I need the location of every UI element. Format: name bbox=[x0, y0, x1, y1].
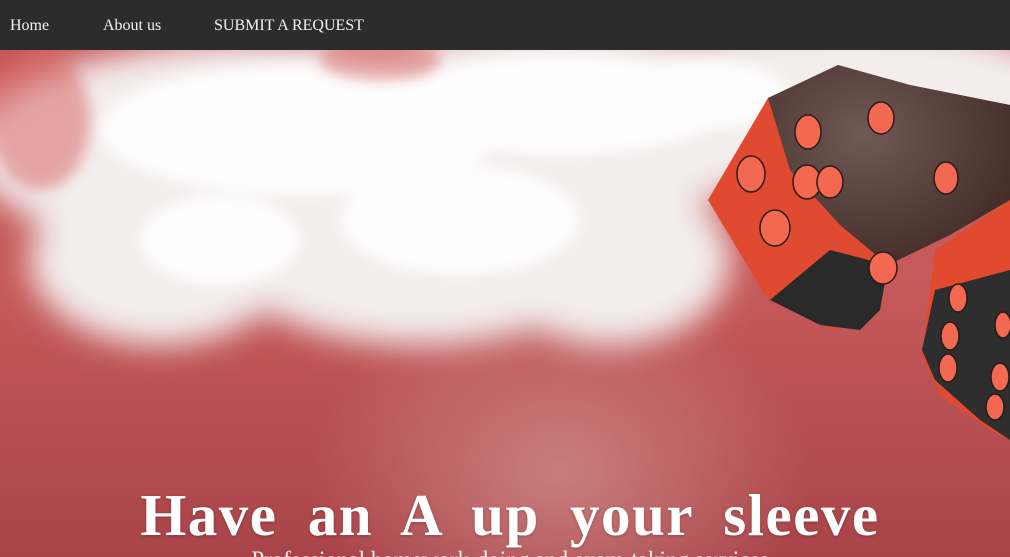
page: Home About us SUBMIT A REQUEST Have an A… bbox=[0, 0, 1010, 557]
hero-headline: Have an A up your sleeve bbox=[140, 481, 880, 548]
hero-subheadline: Professional homework-doing and exam-tak… bbox=[0, 543, 1010, 557]
nav-link-about-us[interactable]: About us bbox=[103, 0, 161, 50]
nav-link-submit-a-request[interactable]: SUBMIT A REQUEST bbox=[214, 0, 364, 50]
hero-section: Have an A up your sleeve Professional ho… bbox=[0, 50, 1010, 557]
top-navbar: Home About us SUBMIT A REQUEST bbox=[0, 0, 1010, 50]
nav-link-home[interactable]: Home bbox=[10, 0, 49, 50]
